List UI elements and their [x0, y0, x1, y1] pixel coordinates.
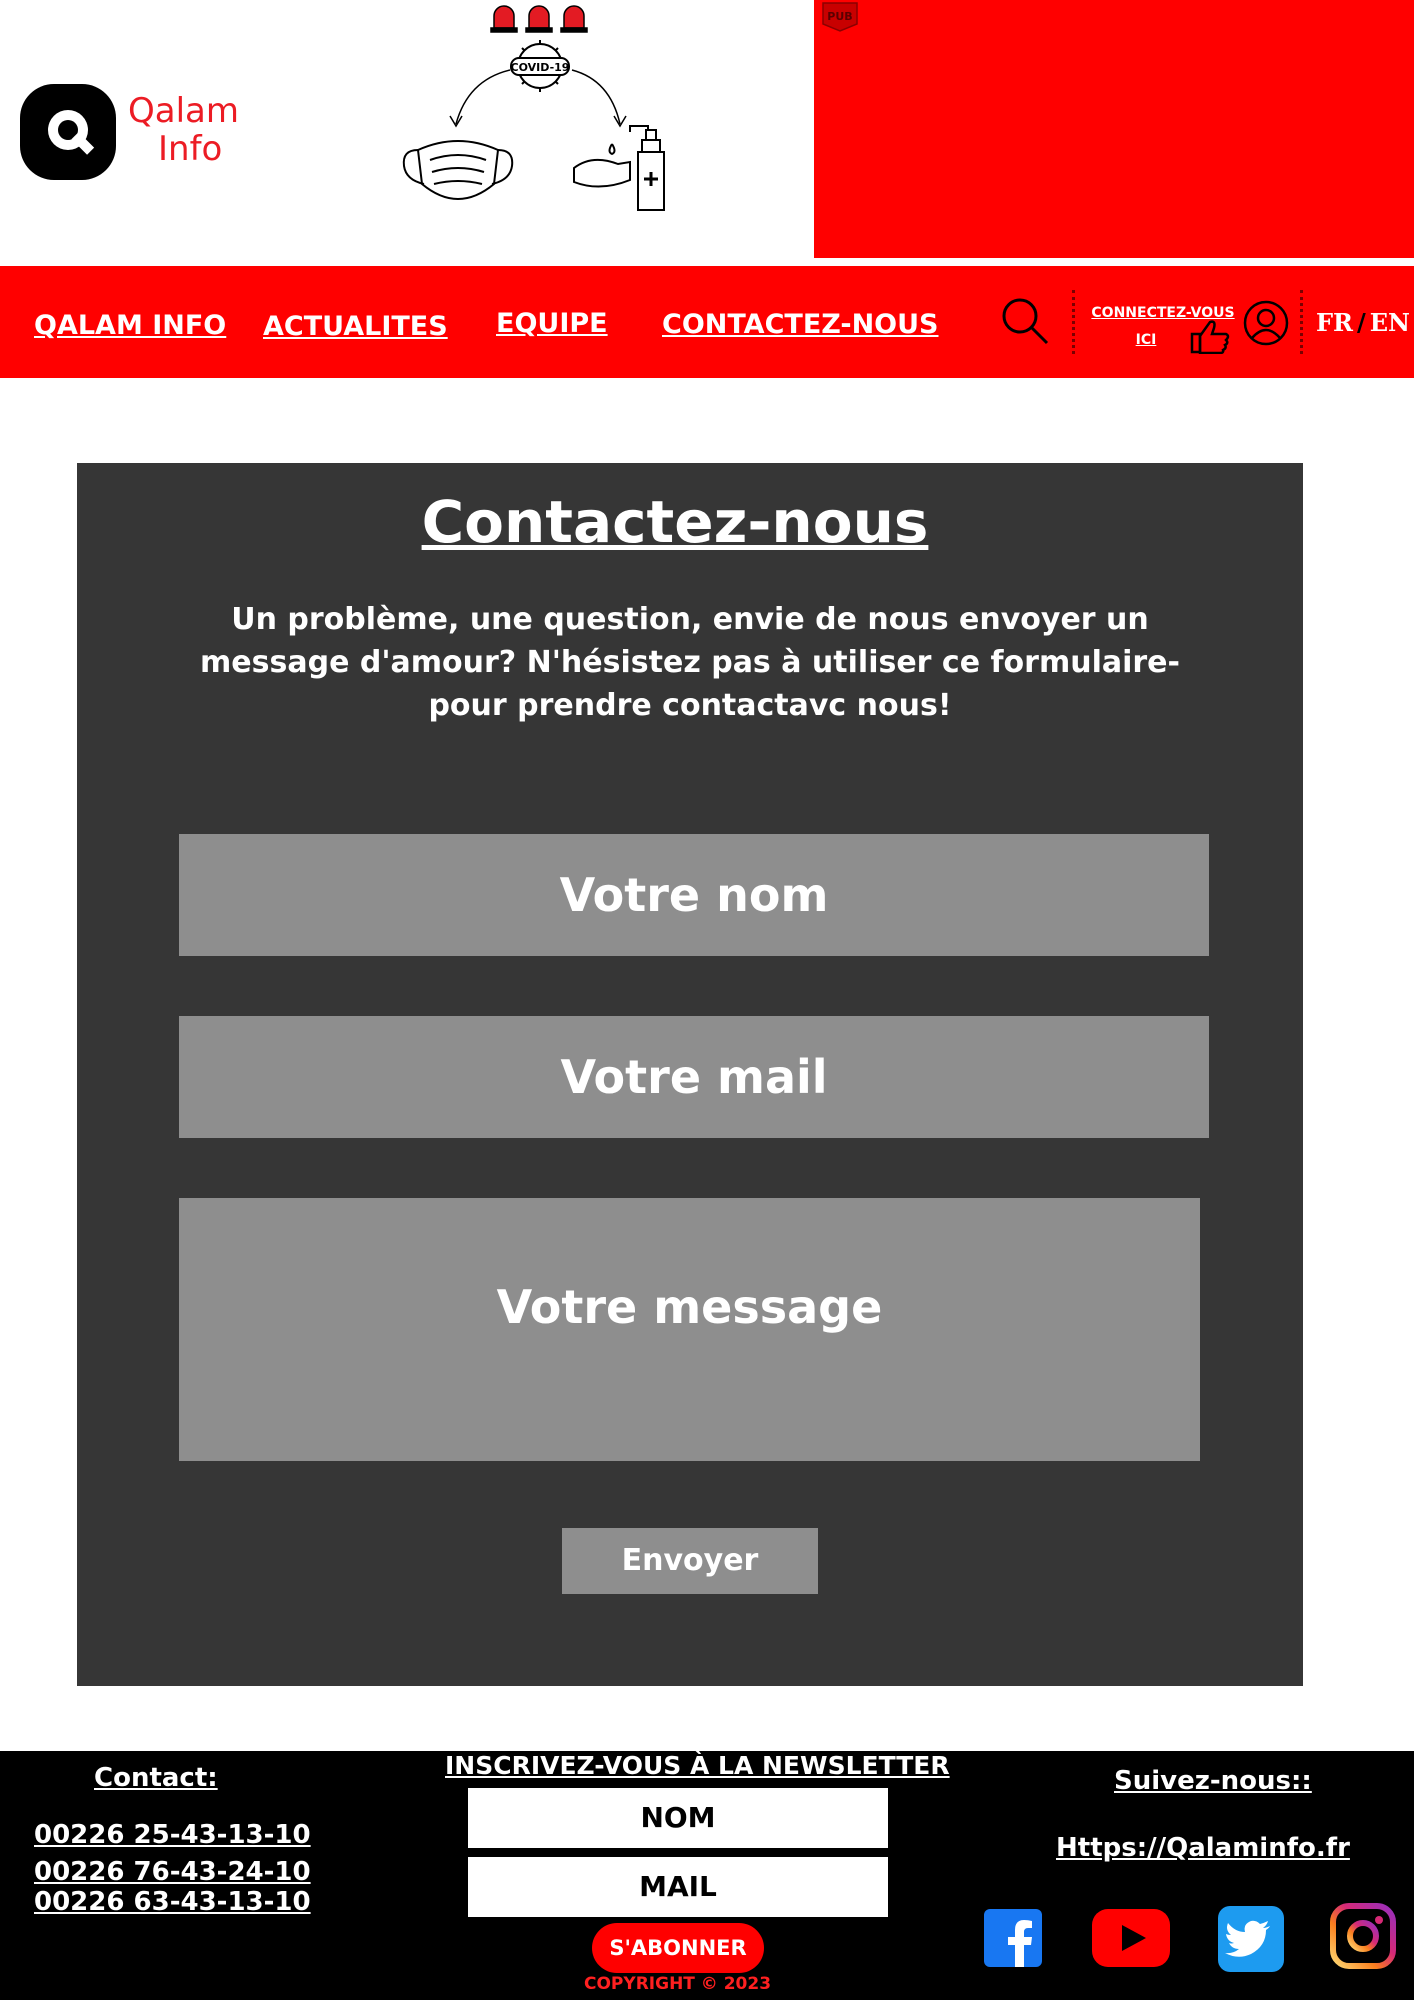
phone-number[interactable]: 00226 63-43-13-10	[34, 1887, 311, 1917]
lang-en-option[interactable]: EN	[1370, 308, 1410, 337]
nav-link-actualites[interactable]: ACTUALITES	[263, 311, 448, 342]
user-account-icon[interactable]	[1243, 300, 1289, 346]
ad-banner[interactable]	[814, 0, 1414, 258]
pub-tag-icon: PUB	[822, 2, 858, 32]
phone-number[interactable]: 00226 76-43-24-10	[34, 1857, 311, 1887]
contact-form-panel: Contactez-nous Un problème, une question…	[77, 463, 1303, 1686]
logo-text: Qalam Info	[128, 92, 268, 168]
alarm-icon	[490, 5, 588, 33]
search-icon[interactable]	[1000, 296, 1050, 346]
nav-divider	[1300, 290, 1303, 354]
page-title: Contactez-nous	[421, 488, 929, 556]
main-navigation: QALAM INFO ACTUALITES EQUIPE CONTACTEZ-N…	[0, 266, 1414, 378]
newsletter-title: INSCRIVEZ-VOUS À LA NEWSLETTER	[445, 1751, 950, 1780]
lang-fr-option[interactable]: FR	[1316, 308, 1353, 337]
newsletter-mail-input[interactable]: MAIL	[468, 1857, 888, 1917]
facebook-icon[interactable]	[984, 1909, 1042, 1967]
website-link[interactable]: Https://Qalaminfo.fr	[1056, 1833, 1350, 1863]
contact-intro-text: Un problème, une question, envie de nous…	[200, 602, 1180, 723]
sanitizer-icon	[573, 125, 665, 211]
logo-q-icon	[20, 84, 116, 180]
pub-label: PUB	[827, 10, 852, 23]
follow-us-label: Suivez-nous::	[1114, 1766, 1312, 1796]
subscribe-button[interactable]: S'ABONNER	[592, 1923, 764, 1973]
lang-separator: /	[1356, 308, 1366, 337]
mask-icon	[402, 140, 514, 200]
nav-link-equipe[interactable]: EQUIPE	[496, 308, 608, 339]
covid-prevention-illustration: COVID-19	[402, 5, 665, 211]
youtube-icon[interactable]	[1092, 1909, 1170, 1967]
language-switcher: FR / EN	[1316, 308, 1410, 337]
nav-link-qalam-info[interactable]: QALAM INFO	[34, 310, 226, 341]
send-button[interactable]: Envoyer	[562, 1528, 818, 1594]
nav-link-contactez-nous[interactable]: CONTACTEZ-NOUS	[662, 309, 939, 340]
instagram-icon[interactable]	[1330, 1903, 1396, 1969]
message-field[interactable]: Votre message	[179, 1198, 1200, 1461]
nav-divider	[1072, 290, 1075, 354]
copyright-text: COPYRIGHT © 2023	[584, 1974, 772, 1994]
thumbs-up-icon	[1190, 320, 1230, 354]
email-field[interactable]: Votre mail	[179, 1016, 1209, 1138]
logo-line-1: Qalam	[128, 91, 239, 131]
name-field[interactable]: Votre nom	[179, 834, 1209, 956]
footer: Contact: 00226 25-43-13-10 00226 76-43-2…	[0, 1751, 1414, 2000]
phone-number[interactable]: 00226 25-43-13-10	[34, 1820, 311, 1850]
covid-badge-text: COVID-19	[511, 61, 570, 74]
newsletter-name-input[interactable]: NOM	[468, 1788, 888, 1848]
logo-line-2: Info	[158, 129, 223, 169]
twitter-icon[interactable]	[1218, 1906, 1284, 1972]
footer-contact-label: Contact:	[94, 1763, 218, 1793]
